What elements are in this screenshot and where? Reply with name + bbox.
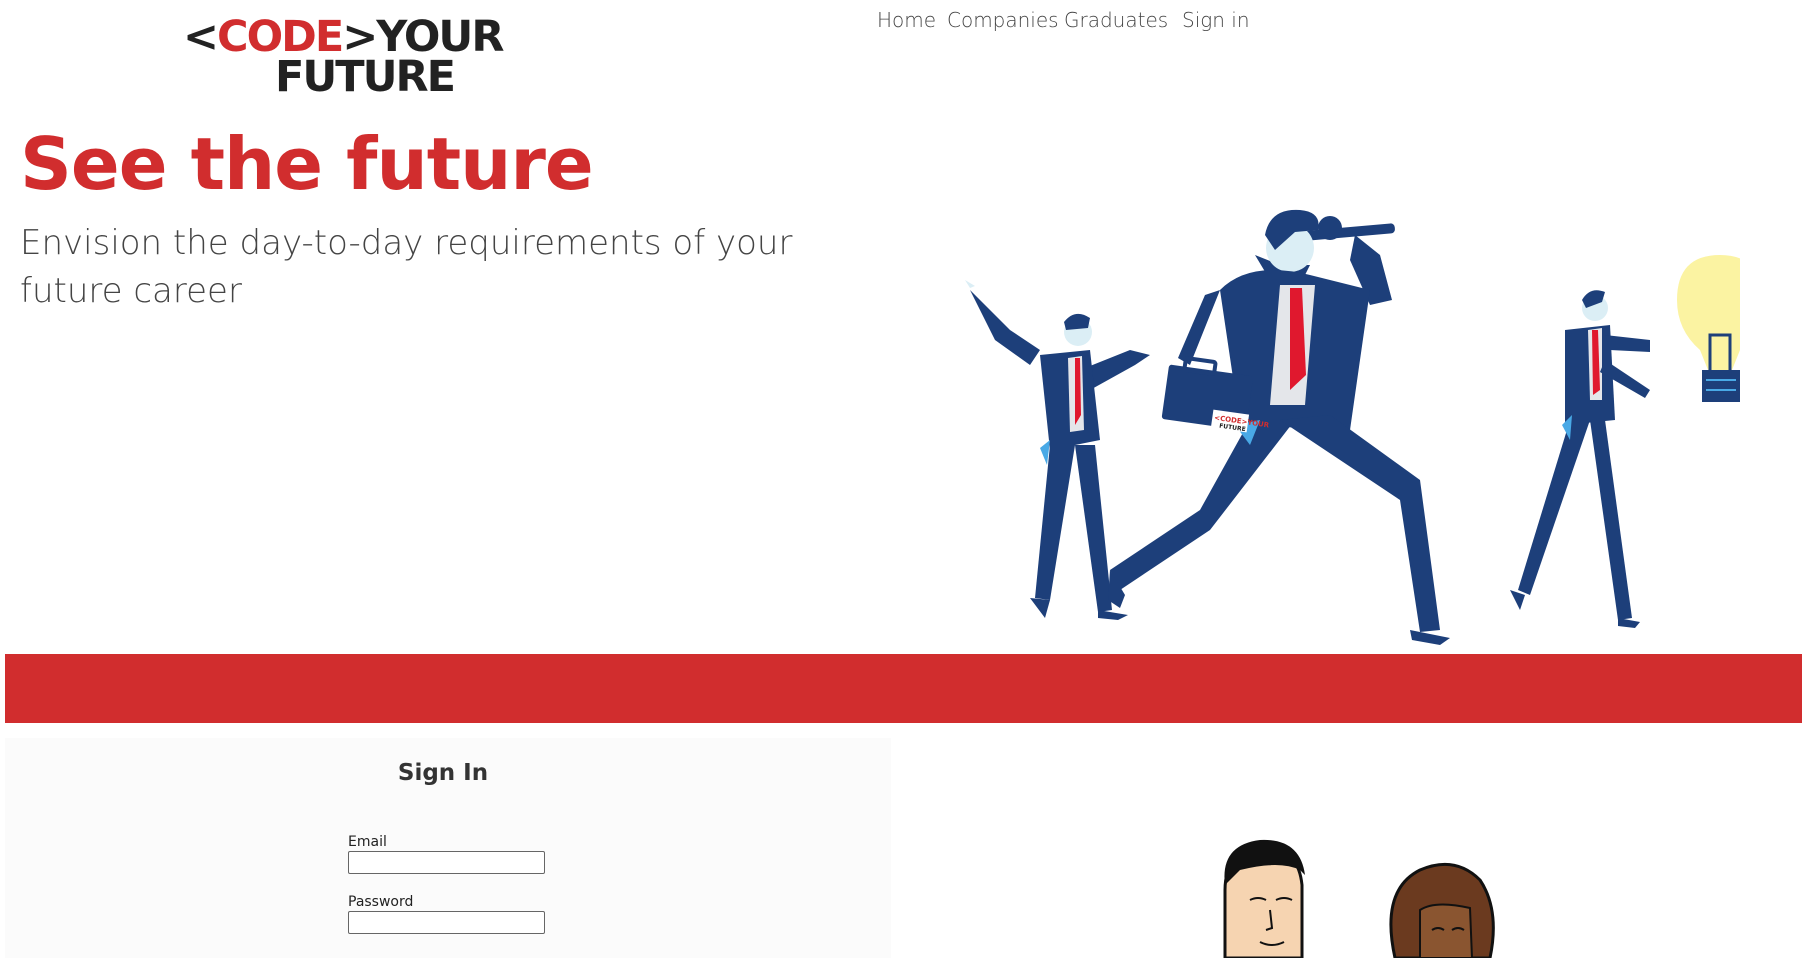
red-divider-band (5, 654, 1802, 723)
logo-bracket-open: < (183, 12, 219, 62)
cartoon-man-face (1223, 839, 1305, 958)
email-field[interactable] (348, 851, 545, 874)
brand-logo[interactable]: <CODE>YOUR FUTURE (183, 12, 504, 102)
password-label: Password (348, 894, 414, 910)
cartoon-people-illustration (1223, 839, 1495, 958)
password-field[interactable] (348, 911, 545, 934)
hero-subtitle: Envision the day-to-day requirements of … (20, 223, 793, 311)
signin-title: Sign In (397, 760, 489, 786)
man-lightbulb-illustration (1510, 255, 1740, 628)
cartoon-woman-face (1389, 862, 1495, 958)
email-label: Email (348, 834, 387, 850)
nav-graduates-link[interactable]: Graduates (1064, 8, 1168, 32)
nav-signin-link[interactable]: Sign in (1182, 8, 1250, 32)
hero-title: See the future (20, 122, 594, 206)
businessmen-illustration: <CODE>YOUR FUTURE (965, 209, 1740, 645)
man-telescope-illustration: <CODE>YOUR FUTURE (1108, 209, 1450, 645)
nav-companies-link[interactable]: Companies (947, 8, 1059, 32)
nav-home-link[interactable]: Home (877, 8, 936, 32)
logo-future-text: FUTURE (275, 52, 456, 102)
